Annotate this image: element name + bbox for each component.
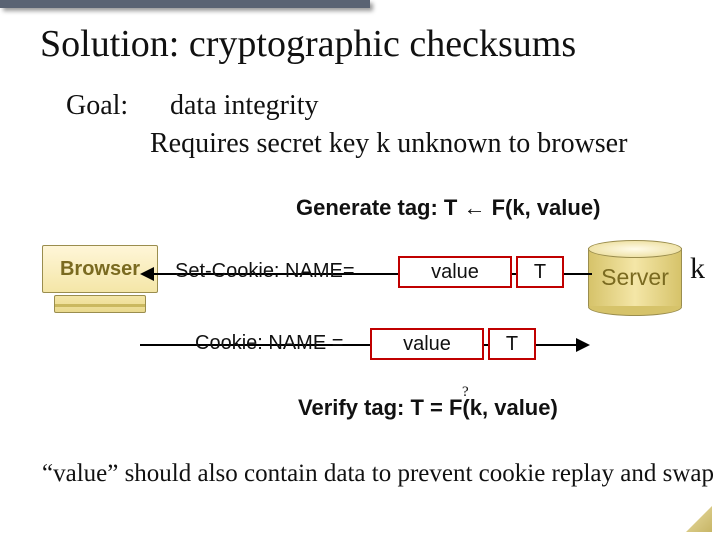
key-k-label: k	[690, 252, 705, 286]
page-corner-icon	[686, 506, 712, 532]
goal-text: data integrity	[170, 90, 319, 122]
slide-title: Solution: cryptographic checksums	[40, 22, 576, 66]
slide: Solution: cryptographic checksums Goal: …	[0, 0, 720, 540]
set-cookie-tag-box: T	[516, 256, 564, 288]
set-cookie-text: Set-Cookie: NAME=	[175, 260, 355, 283]
cookie-text: Cookie: NAME =	[195, 332, 343, 355]
browser-base	[54, 295, 146, 313]
requires-text: Requires secret key k unknown to browser	[150, 128, 627, 160]
verify-tag-text: Verify tag: T = F(k, value)	[298, 395, 558, 421]
goal-label: Goal:	[66, 90, 128, 122]
cookie-tag-box: T	[488, 328, 536, 360]
server-top	[588, 240, 682, 258]
title-rule	[0, 0, 370, 8]
footnote-text: “value” should also contain data to prev…	[42, 460, 714, 488]
set-cookie-value-box: value	[398, 256, 512, 288]
generate-tag-text: Generate tag: T ← F(k, value)	[296, 195, 600, 221]
browser-icon: Browser	[42, 245, 158, 317]
cookie-value-box: value	[370, 328, 484, 360]
server-icon: Server	[588, 240, 682, 314]
